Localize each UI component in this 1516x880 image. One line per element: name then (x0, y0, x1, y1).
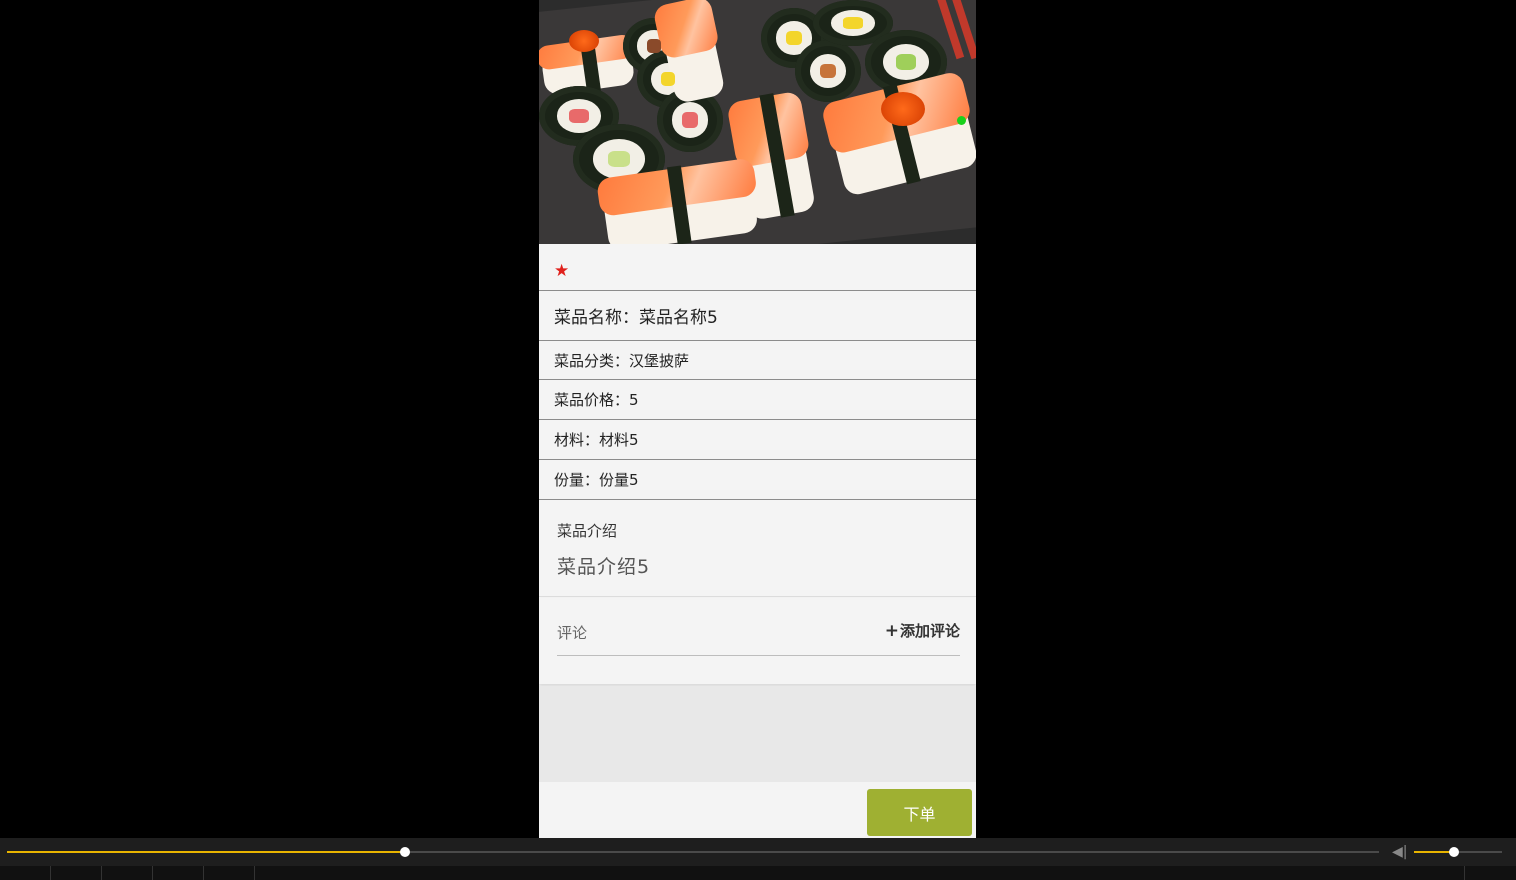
star-icon[interactable]: ★ (554, 262, 569, 280)
dish-category-label: 菜品分类： (554, 351, 630, 370)
dish-price-label: 菜品价格： (554, 391, 630, 409)
add-comment-button[interactable]: +添加评论 (885, 620, 960, 641)
player-tab[interactable] (1465, 866, 1516, 880)
seek-handle[interactable] (399, 847, 410, 857)
dish-portion-row: 份量： 份量5 (539, 460, 976, 500)
dish-material-label: 材料： (554, 431, 600, 449)
seek-progress (7, 851, 405, 853)
dish-name-label: 菜品名称： (554, 308, 639, 328)
dish-category-value: 汉堡披萨 (629, 351, 690, 370)
dish-intro-section: 菜品介绍 菜品介绍5 (539, 500, 976, 597)
dish-price-value: 5 (629, 390, 639, 409)
dish-category-row: 菜品分类： 汉堡披萨 (539, 341, 976, 380)
app-frame: ★ 菜品名称： 菜品名称5 菜品分类： 汉堡披萨 菜品价格： 5 材料： 材料5 份量：… (539, 0, 976, 838)
comment-list-empty (539, 686, 976, 782)
dish-intro-title: 菜品介绍 (557, 522, 618, 540)
volume-icon[interactable]: ◀| (1392, 844, 1407, 860)
dish-material-row: 材料： 材料5 (539, 420, 976, 460)
volume-level (1414, 851, 1454, 853)
dish-intro-body: 菜品介绍5 (557, 556, 651, 578)
volume-handle[interactable] (1448, 847, 1459, 857)
sushi-piece (795, 40, 861, 102)
dish-portion-label: 份量： (554, 471, 600, 489)
add-comment-label: 添加评论 (899, 622, 960, 640)
order-button[interactable]: 下单 (867, 789, 972, 836)
player-tab[interactable] (204, 866, 255, 880)
player-tab[interactable] (0, 866, 51, 880)
volume-slider[interactable] (1414, 847, 1502, 857)
plus-icon: + (884, 621, 899, 641)
player-tab (255, 866, 1465, 880)
sushi-piece (569, 30, 599, 52)
comment-section: 评论 +添加评论 (539, 598, 976, 684)
dish-name-row: 菜品名称： 菜品名称5 (539, 291, 976, 341)
video-player-controls: ◀| (0, 838, 1516, 880)
dish-portion-value: 份量5 (599, 471, 639, 489)
dish-image (539, 0, 976, 244)
dish-material-value: 材料5 (599, 431, 639, 449)
seek-slider[interactable] (7, 847, 1379, 857)
player-tab[interactable] (153, 866, 204, 880)
player-toolbar (0, 866, 1516, 880)
sushi-piece (881, 92, 925, 126)
order-bar: 下单 (539, 782, 976, 838)
status-dot (957, 116, 966, 125)
comment-label: 评论 (557, 624, 588, 642)
dish-price-row: 菜品价格： 5 (539, 380, 976, 420)
player-tab[interactable] (102, 866, 153, 880)
player-tab[interactable] (51, 866, 102, 880)
favorite-row: ★ (539, 252, 976, 291)
comment-header: 评论 +添加评论 (557, 620, 960, 656)
dish-name-value: 菜品名称5 (639, 308, 718, 328)
sushi-piece (601, 165, 759, 244)
